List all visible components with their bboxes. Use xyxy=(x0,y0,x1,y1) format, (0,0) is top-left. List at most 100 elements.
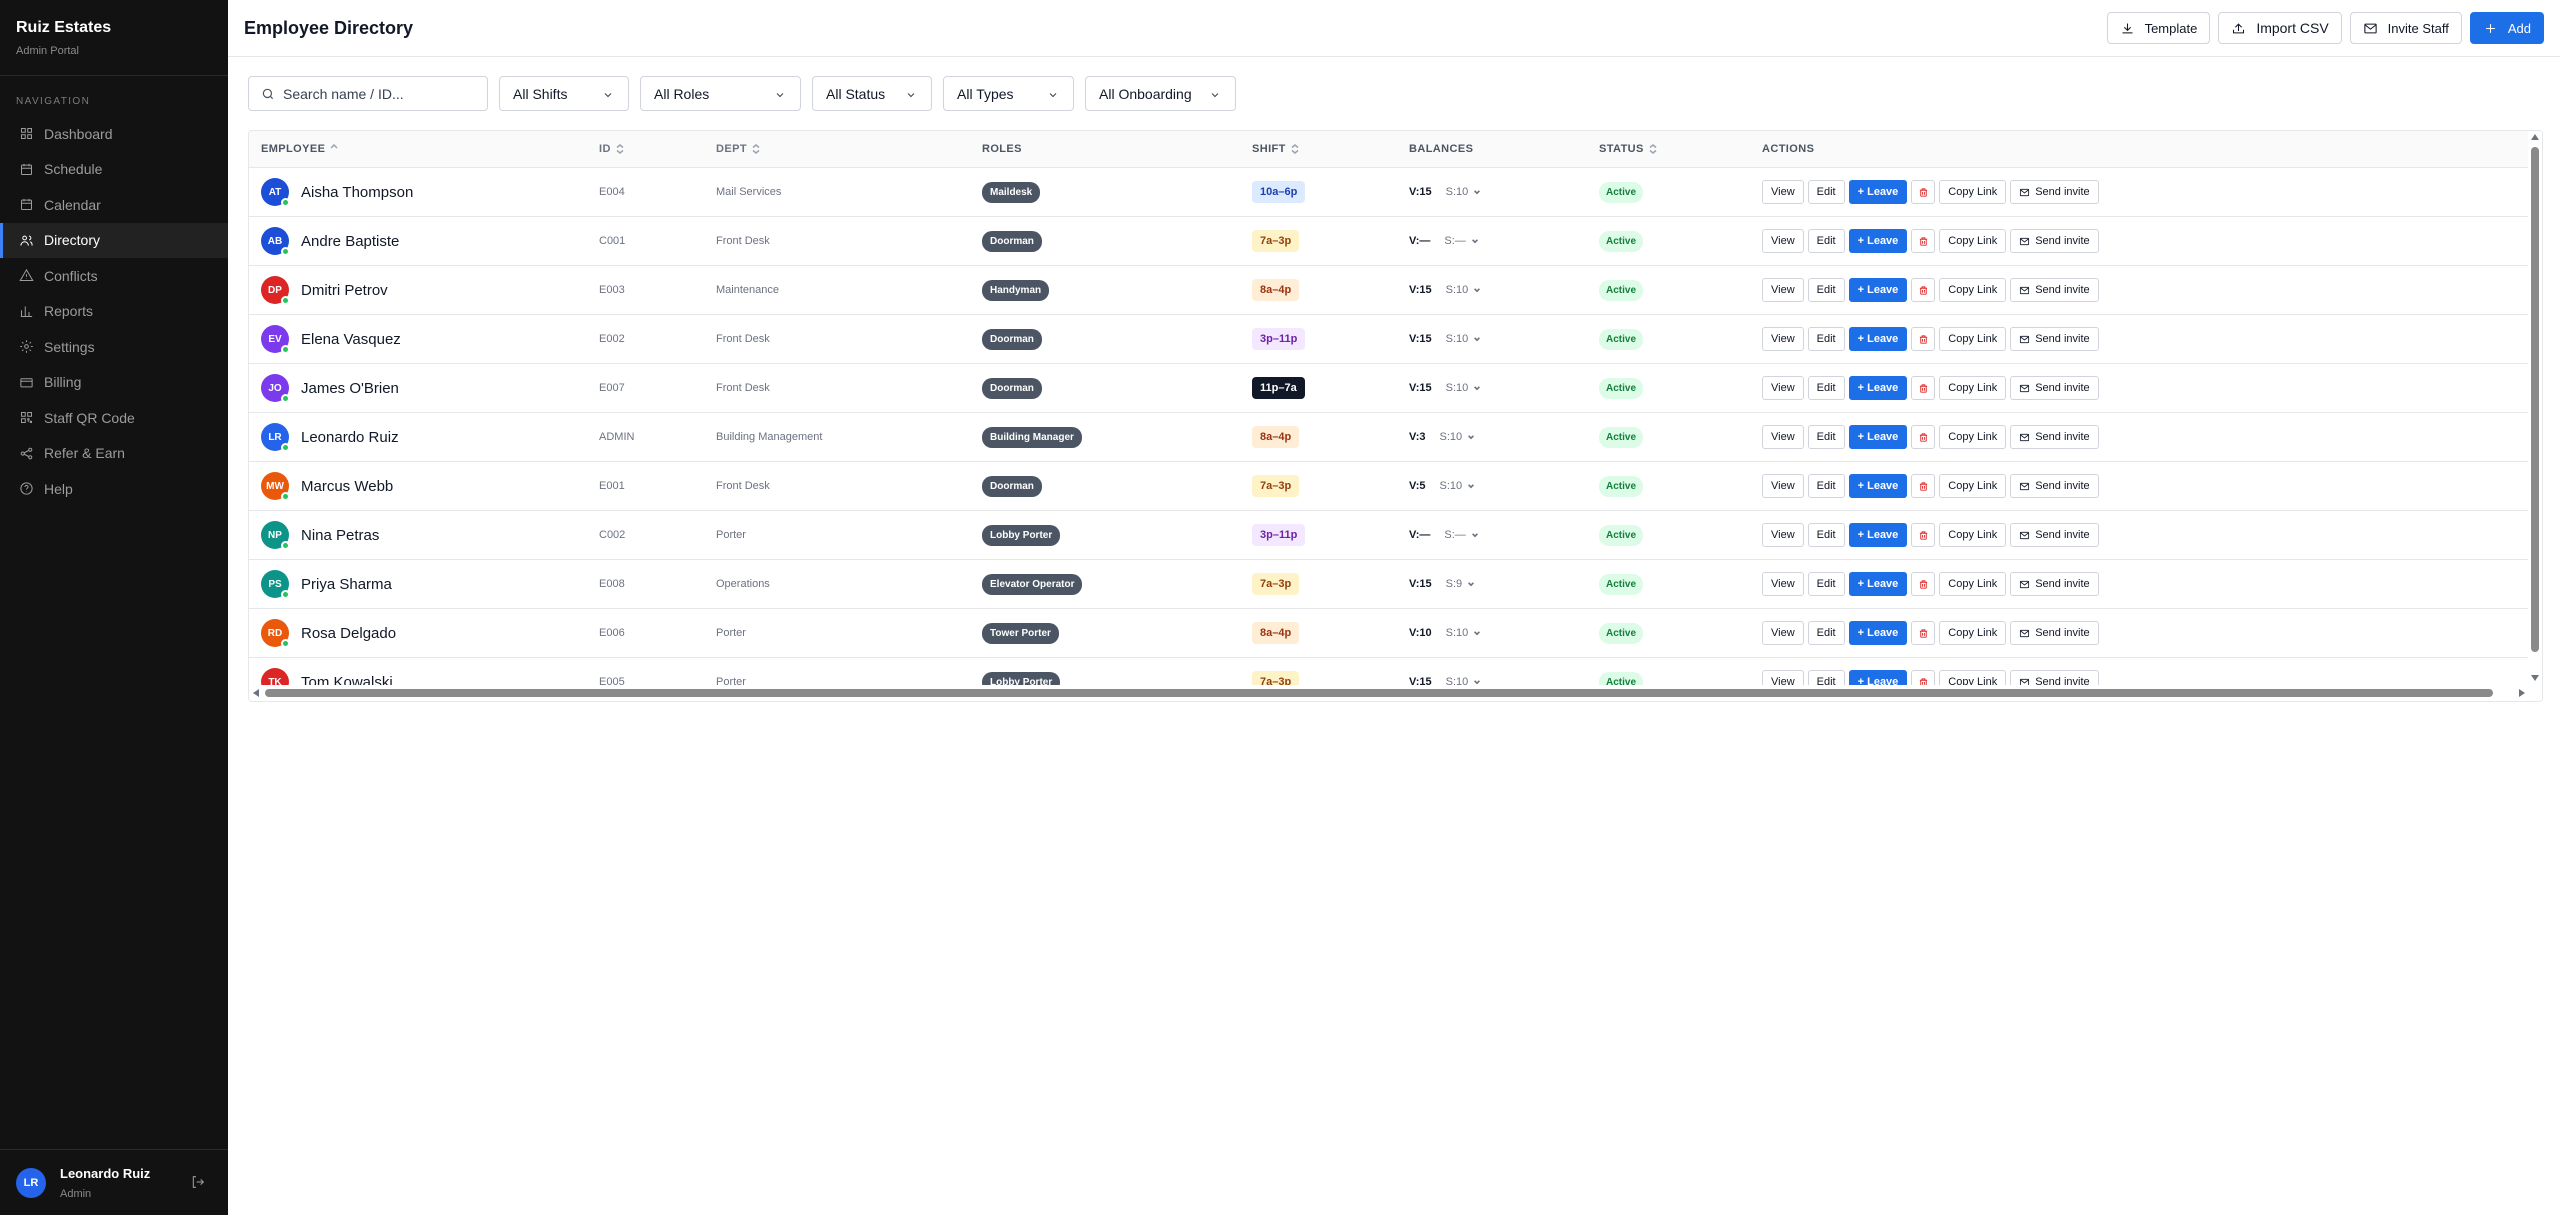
scroll-thumb[interactable] xyxy=(2531,147,2539,652)
view-button[interactable]: View xyxy=(1762,572,1804,596)
edit-button[interactable]: Edit xyxy=(1807,621,1845,645)
edit-button[interactable]: Edit xyxy=(1807,229,1845,253)
employee-name[interactable]: James O'Brien xyxy=(301,380,399,397)
add-leave-button[interactable]: + Leave xyxy=(1848,278,1908,302)
sidebar-item-calendar[interactable]: Calendar xyxy=(0,187,228,223)
copy-link-button[interactable]: Copy Link xyxy=(1939,180,2007,204)
sidebar-item-conflicts[interactable]: Conflicts xyxy=(0,258,228,294)
edit-button[interactable]: Edit xyxy=(1807,327,1845,351)
delete-button[interactable] xyxy=(1911,327,1936,351)
delete-button[interactable] xyxy=(1911,572,1936,596)
scroll-right-icon[interactable] xyxy=(2519,689,2525,697)
scroll-thumb[interactable] xyxy=(265,689,2493,697)
send-invite-button[interactable]: Send invite xyxy=(2010,180,2099,204)
edit-button[interactable]: Edit xyxy=(1807,278,1845,302)
send-invite-button[interactable]: Send invite xyxy=(2010,621,2099,645)
view-button[interactable]: View xyxy=(1762,523,1804,547)
status-select[interactable]: All Status xyxy=(812,76,932,111)
sick-balance-toggle[interactable]: S:9 xyxy=(1446,578,1476,590)
import-csv-button[interactable]: Import CSV xyxy=(2218,12,2342,44)
send-invite-button[interactable]: Send invite xyxy=(2010,523,2099,547)
add-leave-button[interactable]: + Leave xyxy=(1848,180,1908,204)
delete-button[interactable] xyxy=(1911,278,1936,302)
add-leave-button[interactable]: + Leave xyxy=(1848,229,1908,253)
copy-link-button[interactable]: Copy Link xyxy=(1939,523,2007,547)
sidebar-item-directory[interactable]: Directory xyxy=(0,222,228,258)
send-invite-button[interactable]: Send invite xyxy=(2010,572,2099,596)
sidebar-item-refer-earn[interactable]: Refer & Earn xyxy=(0,436,228,472)
template-button[interactable]: Template xyxy=(2106,12,2211,44)
sidebar-item-schedule[interactable]: Schedule xyxy=(0,152,228,188)
delete-button[interactable] xyxy=(1911,425,1936,449)
employee-name[interactable]: Marcus Webb xyxy=(301,478,393,495)
employee-name[interactable]: Rosa Delgado xyxy=(301,625,396,642)
delete-button[interactable] xyxy=(1911,621,1936,645)
column-id[interactable]: ID xyxy=(599,143,716,155)
sidebar-item-dashboard[interactable]: Dashboard xyxy=(0,116,228,152)
add-leave-button[interactable]: + Leave xyxy=(1848,621,1908,645)
sick-balance-toggle[interactable]: S:10 xyxy=(1446,627,1482,639)
sidebar-item-reports[interactable]: Reports xyxy=(0,294,228,330)
scroll-down-icon[interactable] xyxy=(2531,675,2539,681)
delete-button[interactable] xyxy=(1911,229,1936,253)
copy-link-button[interactable]: Copy Link xyxy=(1939,327,2007,351)
view-button[interactable]: View xyxy=(1762,376,1804,400)
send-invite-button[interactable]: Send invite xyxy=(2010,425,2099,449)
types-select[interactable]: All Types xyxy=(943,76,1074,111)
add-leave-button[interactable]: + Leave xyxy=(1848,376,1908,400)
copy-link-button[interactable]: Copy Link xyxy=(1939,229,2007,253)
sick-balance-toggle[interactable]: S:10 xyxy=(1446,284,1482,296)
search-input[interactable] xyxy=(283,85,483,102)
sick-balance-toggle[interactable]: S:10 xyxy=(1446,186,1482,198)
edit-button[interactable]: Edit xyxy=(1807,572,1845,596)
view-button[interactable]: View xyxy=(1762,474,1804,498)
view-button[interactable]: View xyxy=(1762,278,1804,302)
send-invite-button[interactable]: Send invite xyxy=(2010,278,2099,302)
column-dept[interactable]: DEPT xyxy=(716,143,982,155)
sick-balance-toggle[interactable]: S:— xyxy=(1444,529,1478,541)
edit-button[interactable]: Edit xyxy=(1807,376,1845,400)
add-leave-button[interactable]: + Leave xyxy=(1848,425,1908,449)
sick-balance-toggle[interactable]: S:— xyxy=(1444,235,1478,247)
sidebar-item-staff-qr-code[interactable]: Staff QR Code xyxy=(0,400,228,436)
sick-balance-toggle[interactable]: S:10 xyxy=(1446,382,1482,394)
copy-link-button[interactable]: Copy Link xyxy=(1939,376,2007,400)
copy-link-button[interactable]: Copy Link xyxy=(1939,572,2007,596)
employee-name[interactable]: Nina Petras xyxy=(301,527,379,544)
horizontal-scrollbar[interactable] xyxy=(249,685,2529,701)
employee-name[interactable]: Andre Baptiste xyxy=(301,233,399,250)
add-leave-button[interactable]: + Leave xyxy=(1848,572,1908,596)
column-shift[interactable]: SHIFT xyxy=(1252,143,1409,155)
sidebar-item-billing[interactable]: Billing xyxy=(0,365,228,401)
scroll-up-icon[interactable] xyxy=(2531,134,2539,140)
edit-button[interactable]: Edit xyxy=(1807,474,1845,498)
view-button[interactable]: View xyxy=(1762,425,1804,449)
employee-name[interactable]: Elena Vasquez xyxy=(301,331,401,348)
vertical-scrollbar[interactable] xyxy=(2528,131,2542,701)
view-button[interactable]: View xyxy=(1762,621,1804,645)
edit-button[interactable]: Edit xyxy=(1807,523,1845,547)
add-leave-button[interactable]: + Leave xyxy=(1848,327,1908,351)
send-invite-button[interactable]: Send invite xyxy=(2010,376,2099,400)
view-button[interactable]: View xyxy=(1762,180,1804,204)
employee-name[interactable]: Aisha Thompson xyxy=(301,184,413,201)
delete-button[interactable] xyxy=(1911,180,1936,204)
view-button[interactable]: View xyxy=(1762,229,1804,253)
copy-link-button[interactable]: Copy Link xyxy=(1939,621,2007,645)
scroll-left-icon[interactable] xyxy=(253,689,259,697)
roles-select[interactable]: All Roles xyxy=(640,76,801,111)
delete-button[interactable] xyxy=(1911,474,1936,498)
add-leave-button[interactable]: + Leave xyxy=(1848,474,1908,498)
sick-balance-toggle[interactable]: S:10 xyxy=(1446,333,1482,345)
copy-link-button[interactable]: Copy Link xyxy=(1939,278,2007,302)
copy-link-button[interactable]: Copy Link xyxy=(1939,474,2007,498)
send-invite-button[interactable]: Send invite xyxy=(2010,474,2099,498)
send-invite-button[interactable]: Send invite xyxy=(2010,229,2099,253)
view-button[interactable]: View xyxy=(1762,327,1804,351)
employee-name[interactable]: Dmitri Petrov xyxy=(301,282,388,299)
employee-name[interactable]: Priya Sharma xyxy=(301,576,392,593)
column-employee[interactable]: EMPLOYEE xyxy=(249,143,599,155)
copy-link-button[interactable]: Copy Link xyxy=(1939,425,2007,449)
add-button[interactable]: Add xyxy=(2469,12,2544,44)
delete-button[interactable] xyxy=(1911,523,1936,547)
